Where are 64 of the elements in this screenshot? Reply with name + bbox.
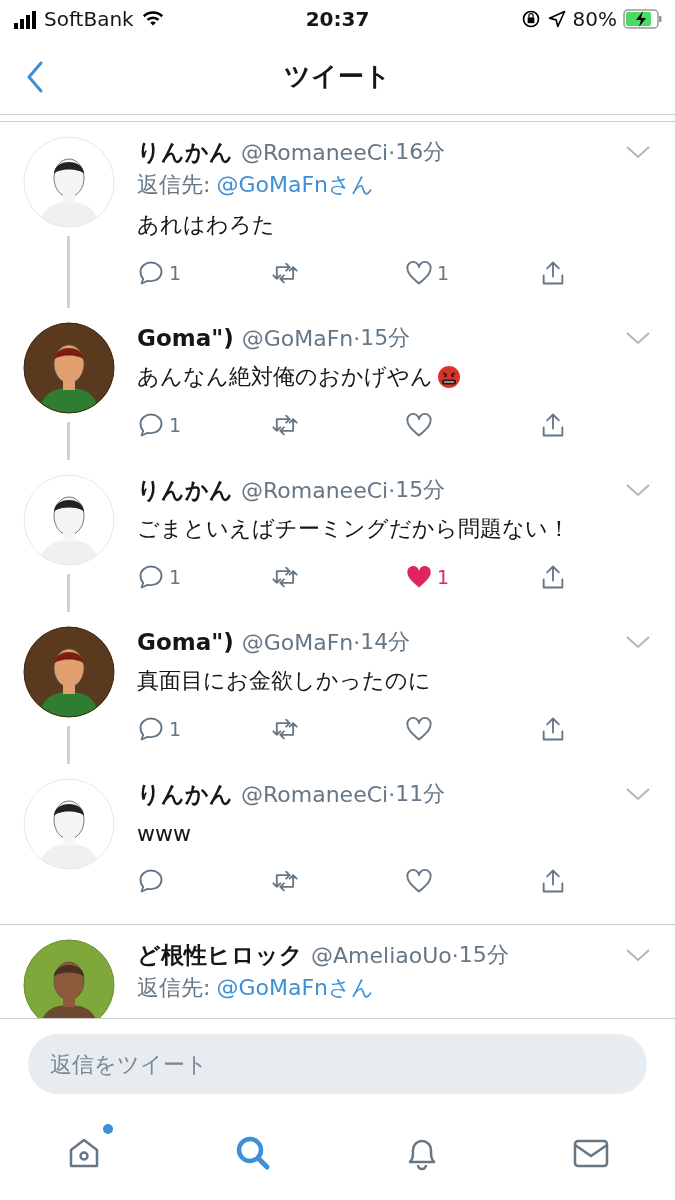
speech-bubble-icon (137, 715, 165, 743)
reply-button[interactable]: 1 (137, 411, 271, 439)
caret-icon (625, 144, 651, 160)
user-handle[interactable]: @GoMaFn (241, 325, 354, 351)
caret-icon (625, 330, 651, 346)
reply-button[interactable]: 1 (137, 259, 271, 287)
tweet-text: ごまといえばチーミングだから問題ない！ (137, 515, 570, 543)
separator-dot: · (388, 477, 396, 503)
user-name[interactable]: りんかん (137, 136, 233, 168)
caret-icon (625, 482, 651, 498)
user-handle[interactable]: @RomaneeCi (241, 781, 389, 807)
chevron-left-icon (25, 60, 45, 94)
speech-bubble-icon (137, 259, 165, 287)
separator-dot: · (353, 325, 361, 351)
user-handle[interactable]: @AmeliaoUo (311, 942, 452, 968)
separator-dot: · (388, 139, 396, 165)
screen-title: ツイート (284, 59, 391, 93)
like-button[interactable]: 1 (405, 259, 539, 287)
tweet-time: 14分 (360, 628, 411, 656)
signal-icon (12, 9, 38, 29)
tweet-time: 15分 (395, 476, 446, 504)
reply-label: 返信先: (137, 171, 211, 199)
reply-label: 返信先: (137, 974, 211, 1002)
caret-icon (625, 786, 651, 802)
tweet-text: 真面目にお金欲しかったのに (137, 667, 431, 695)
user-handle[interactable]: @GoMaFn (241, 629, 354, 655)
battery-icon (623, 9, 663, 29)
user-name[interactable]: Goma") (137, 629, 234, 655)
caret-icon (625, 947, 651, 963)
tweet-time: 16分 (395, 138, 446, 166)
battery-percent: 80% (572, 7, 617, 31)
heart-icon (405, 715, 433, 743)
separator-dot: · (388, 781, 396, 807)
tweet-text: あれはわろた (137, 211, 275, 239)
user-name[interactable]: ど根性ヒロック (137, 939, 303, 971)
reply-field[interactable]: 返信をツイート (28, 1034, 647, 1094)
user-name[interactable]: Goma") (137, 325, 234, 351)
caret-icon (625, 634, 651, 650)
tweet-time: 11分 (395, 780, 446, 808)
tweet-time: 15分 (360, 324, 411, 352)
heart-icon (405, 259, 433, 287)
location-icon (546, 9, 567, 29)
mention-link[interactable]: @GoMaFnさん (216, 973, 374, 1003)
user-handle[interactable]: @RomaneeCi (241, 477, 389, 503)
user-name[interactable]: りんかん (137, 474, 233, 506)
heart-icon (405, 867, 433, 895)
carrier-name: SoftBank (44, 7, 134, 31)
separator-dot: · (451, 942, 459, 968)
clock-time: 20:37 (305, 7, 370, 31)
speech-bubble-icon (137, 411, 165, 439)
tweet-time: 15分 (458, 941, 509, 969)
tweet-text: www (137, 820, 191, 846)
reply-button[interactable]: 1 (137, 563, 271, 591)
rotation-lock-icon (520, 9, 541, 29)
speech-bubble-icon (137, 867, 165, 895)
reply-button[interactable]: 1 (137, 715, 271, 743)
like-button[interactable]: 1 (405, 563, 539, 591)
user-name[interactable]: りんかん (137, 778, 233, 810)
user-handle[interactable]: @RomaneeCi (241, 139, 389, 165)
speech-bubble-icon (137, 563, 165, 591)
separator-dot: · (353, 629, 361, 655)
tweet-text: あんなん絶対俺のおかげやん (137, 363, 433, 391)
mention-link[interactable]: @GoMaFnさん (216, 170, 374, 200)
heart-icon (405, 411, 433, 439)
